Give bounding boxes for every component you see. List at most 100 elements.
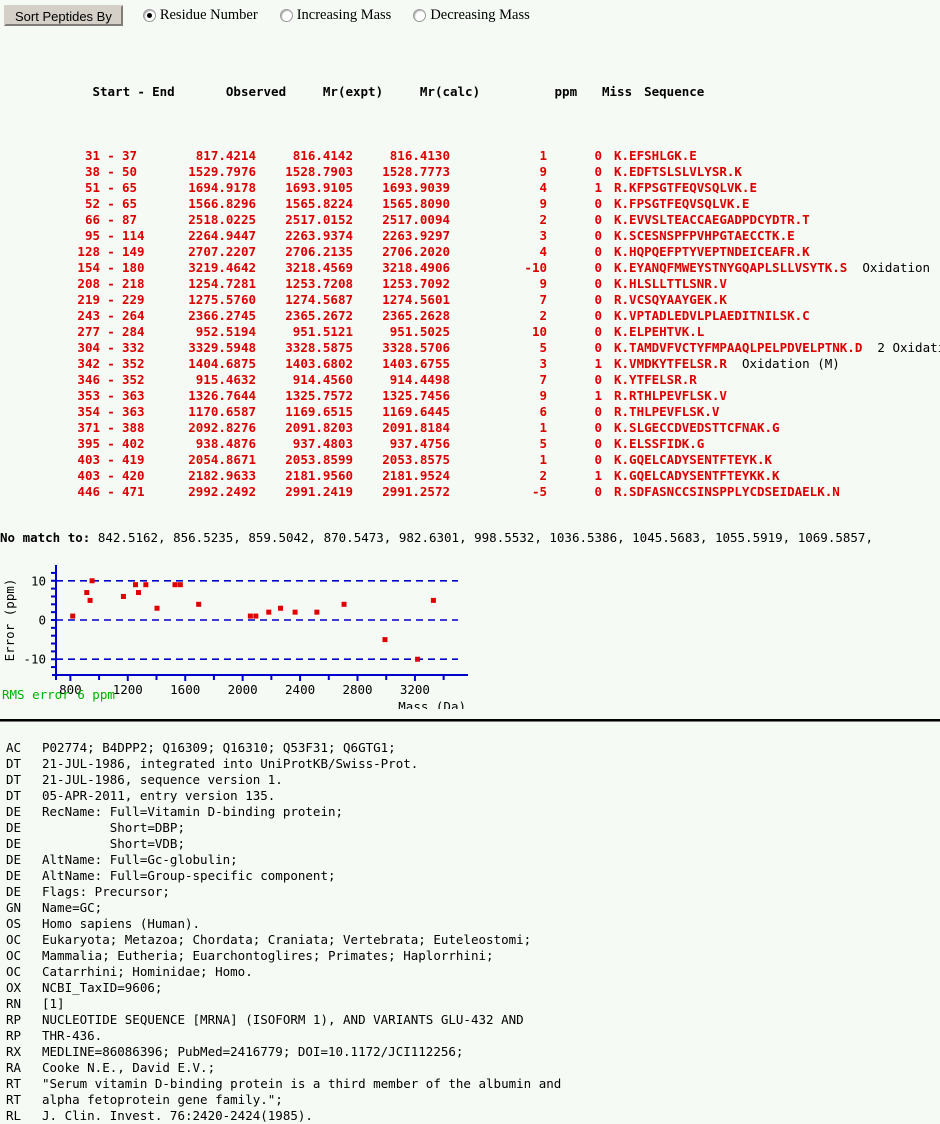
cell-start: 219 — [77, 292, 100, 307]
y-tick-label: 10 — [31, 573, 46, 588]
header-observed: Observed — [225, 84, 287, 99]
sort-toolbar: Sort Peptides By Residue Number Increasi… — [0, 0, 940, 28]
uniprot-line-text: alpha fetoprotein gene family."; — [42, 1092, 283, 1107]
cell-start: 403 — [77, 452, 100, 467]
cell-ppm: 5 — [539, 436, 547, 451]
cell-sequence[interactable]: K.GQELCADYSENTFTEYK.K — [602, 452, 772, 468]
table-row: 354-363 1170.6587 1169.6515 1169.6445 6 0 R.TH… — [0, 404, 940, 420]
cell-sequence[interactable]: K.VMDKYTFELSR.R — [602, 356, 727, 372]
cell-sequence[interactable]: K.ELPEHTVK.L — [602, 324, 704, 340]
uniprot-line: OC Catarrhini; Hominidae; Homo. — [0, 964, 940, 980]
data-point — [89, 578, 95, 584]
cell-sequence[interactable]: K.VPTADLEDVLPLAEDITNILSK.C — [602, 308, 810, 324]
cell-start: 395 — [77, 436, 100, 451]
cell-mr-calc: 1253.7092 — [382, 276, 450, 291]
cell-miss: 0 — [594, 340, 602, 355]
data-point — [154, 605, 160, 611]
table-row: 403-420 2182.9633 2181.9560 2181.9524 2 1 K.GQ… — [0, 468, 940, 484]
data-point — [292, 609, 298, 615]
cell-sequence[interactable]: K.TAMDVFVCTYFMPAAQLPELPDVELPTNK.D — [602, 340, 862, 356]
uniprot-line-key: RT — [6, 1076, 22, 1091]
cell-mr-calc: 951.5025 — [389, 324, 450, 339]
sort-peptides-by-button[interactable]: Sort Peptides By — [4, 5, 123, 26]
cell-end: 149 — [122, 244, 145, 259]
header-start: Start — [92, 84, 131, 99]
data-point — [266, 609, 272, 615]
cell-observed: 1326.7644 — [188, 388, 256, 403]
cell-sequence[interactable]: R.KFPSGTFEQVSQLVK.E — [602, 180, 757, 196]
cell-sequence[interactable]: K.EVVSLTEACCAEGADPDCYDTR.T — [602, 212, 810, 228]
cell-start: 353 — [77, 388, 100, 403]
cell-dash: - — [107, 372, 115, 387]
cell-sequence[interactable]: R.VCSQYAAYGEK.K — [602, 292, 727, 308]
uniprot-line-key: AC — [6, 740, 22, 755]
cell-sequence[interactable]: K.EFSHLGK.E — [602, 148, 697, 164]
cell-mr-calc: 2263.9297 — [382, 228, 450, 243]
cell-dash: - — [107, 228, 115, 243]
cell-ppm: -5 — [531, 484, 547, 499]
cell-end: 229 — [122, 292, 145, 307]
y-tick-label: -10 — [23, 652, 46, 667]
uniprot-line-text: Flags: Precursor; — [42, 884, 170, 899]
header-sequence: Sequence — [644, 84, 705, 99]
uniprot-line: RP NUCLEOTIDE SEQUENCE [MRNA] (ISOFORM 1)… — [0, 1012, 940, 1028]
cell-miss: 0 — [594, 452, 602, 467]
section-divider — [0, 719, 940, 722]
cell-end: 332 — [122, 340, 145, 355]
cell-start: 304 — [77, 340, 100, 355]
cell-sequence[interactable]: K.EDFTSLSLVLYSR.K — [602, 164, 742, 180]
table-row: 243-264 2366.2745 2365.2672 2365.2628 2 0 K.VP… — [0, 308, 940, 324]
table-row: 342-352 1404.6875 1403.6802 1403.6755 3 1 K.VM… — [0, 356, 940, 372]
cell-sequence[interactable]: K.HQPQEFPTYVEPTNDEICEAFR.K — [602, 244, 810, 260]
cell-start: 346 — [77, 372, 100, 387]
uniprot-line-key: DE — [6, 836, 22, 851]
cell-sequence[interactable]: K.SLGECCDVEDSTTCFNAK.G — [602, 420, 780, 436]
uniprot-line: RN [1] — [0, 996, 940, 1012]
uniprot-line-key: RN — [6, 996, 22, 1011]
cell-ppm: 5 — [539, 340, 547, 355]
cell-dash: - — [107, 436, 115, 451]
uniprot-line: DT 05-APR-2011, entry version 135. — [0, 788, 940, 804]
x-tick-label: 2800 — [342, 682, 372, 697]
cell-dash: - — [107, 276, 115, 291]
uniprot-line-text: P02774; B4DPP2; Q16309; Q16310; Q53F31; … — [42, 740, 396, 755]
cell-observed: 2054.8671 — [188, 452, 256, 467]
cell-ppm: 3 — [539, 356, 547, 371]
cell-sequence[interactable]: K.SCESNSPFPVHPGTAECCTK.E — [602, 228, 795, 244]
cell-sequence[interactable]: R.SDFASNCCSINSPPLYCDSEIDAELK.N — [602, 484, 840, 500]
cell-mr-expt: 937.4803 — [292, 436, 353, 451]
uniprot-line: OC Mammalia; Eutheria; Euarchontoglires; … — [0, 948, 940, 964]
cell-miss: 0 — [594, 420, 602, 435]
cell-sequence[interactable]: K.FPSGTFEQVSQLVK.E — [602, 196, 749, 212]
cell-start: 243 — [77, 308, 100, 323]
cell-modification: 2 Oxidation (M) — [877, 340, 940, 355]
cell-sequence[interactable]: K.YTFELSR.R — [602, 372, 697, 388]
cell-dash: - — [107, 292, 115, 307]
uniprot-line: OS Homo sapiens (Human). — [0, 916, 940, 932]
radio-decreasing-mass[interactable]: Decreasing Mass — [413, 7, 530, 24]
x-tick-label: 3200 — [400, 682, 430, 697]
y-tick-label: 0 — [38, 613, 46, 628]
table-row: 52-65 1566.8296 1565.8224 1565.8090 9 0 K.FPSG… — [0, 196, 940, 212]
cell-miss: 1 — [594, 468, 602, 483]
uniprot-line-key: RP — [6, 1028, 22, 1043]
cell-sequence[interactable]: R.THLPEVFLSK.V — [602, 404, 719, 420]
cell-sequence[interactable]: K.ELSSFIDK.G — [602, 436, 704, 452]
table-row: 353-363 1326.7644 1325.7572 1325.7456 9 1 R.RT… — [0, 388, 940, 404]
header-mr-calc: Mr(calc) — [419, 84, 481, 99]
radio-label: Decreasing Mass — [430, 7, 530, 23]
data-point — [196, 601, 202, 607]
cell-sequence[interactable]: K.EYANQFMWEYSTNYGQAPLSLLVSYTK.S — [602, 260, 847, 276]
data-point — [247, 613, 253, 619]
cell-observed: 2366.2745 — [188, 308, 256, 323]
radio-residue-number[interactable]: Residue Number — [142, 7, 258, 24]
uniprot-line-key: DT — [6, 788, 22, 803]
cell-modification: Oxidation (M) — [726, 356, 840, 371]
cell-sequence[interactable]: K.HLSLLTTLSNR.V — [602, 276, 727, 292]
uniprot-line-key: OC — [6, 948, 22, 963]
cell-sequence[interactable]: R.RTHLPEVFLSK.V — [602, 388, 727, 404]
cell-miss: 0 — [594, 436, 602, 451]
radio-increasing-mass[interactable]: Increasing Mass — [279, 7, 391, 24]
cell-sequence[interactable]: K.GQELCADYSENTFTEYKK.K — [602, 468, 780, 484]
cell-mr-expt: 2053.8599 — [285, 452, 353, 467]
